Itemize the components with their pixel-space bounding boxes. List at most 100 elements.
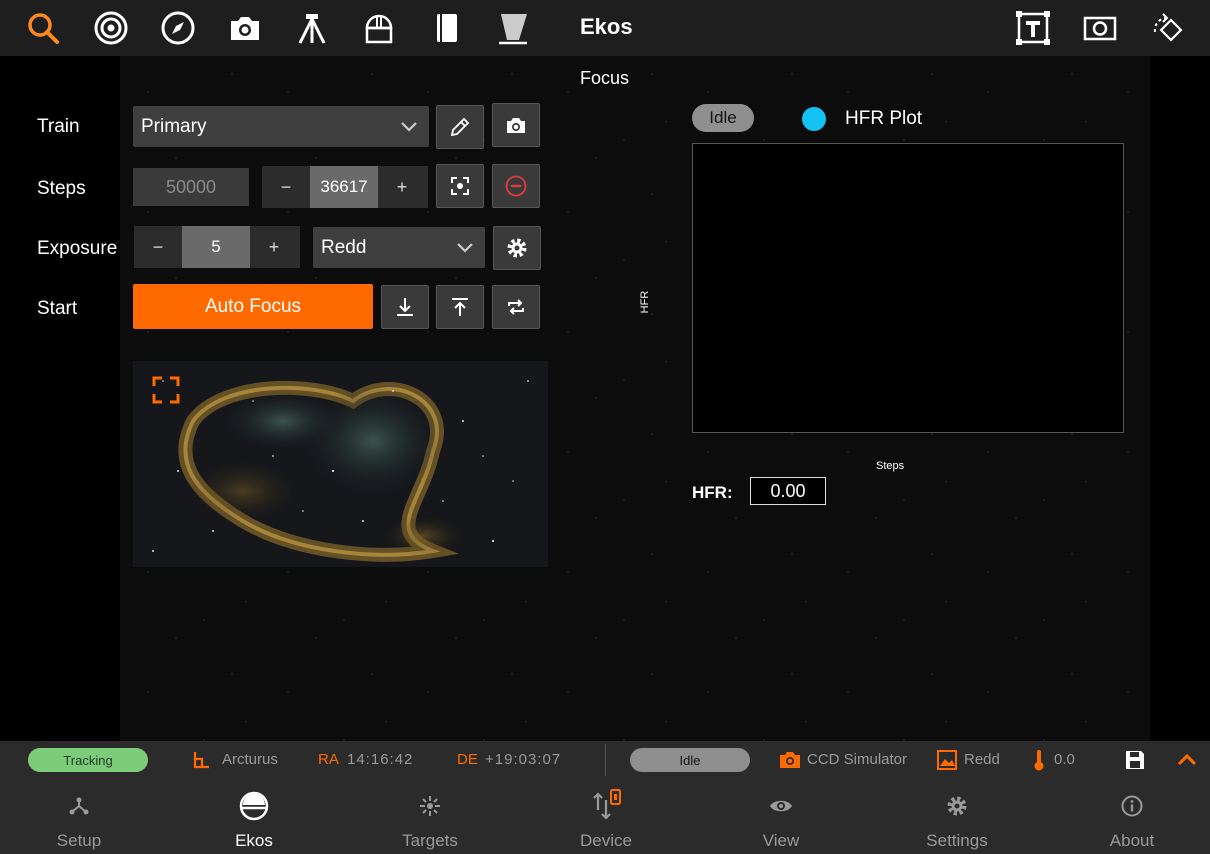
steps-increment-button[interactable]: + xyxy=(378,166,426,208)
focus-out-button[interactable] xyxy=(436,285,484,329)
arrow-down-to-line-icon xyxy=(397,298,413,316)
target-icon[interactable] xyxy=(89,6,133,50)
legend-label: HFR Plot xyxy=(845,108,923,129)
auto-focus-button[interactable]: Auto Focus xyxy=(133,284,373,329)
info-icon xyxy=(1121,795,1143,817)
nav-ekos-label: Ekos xyxy=(235,831,273,850)
filter-dropdown[interactable]: Redd xyxy=(313,227,485,268)
train-value: Primary xyxy=(141,115,207,137)
camera-icon[interactable] xyxy=(223,6,267,50)
image-icon xyxy=(937,749,957,770)
text-frame-icon[interactable] xyxy=(1011,6,1055,50)
save-icon xyxy=(1126,750,1144,769)
gear-icon xyxy=(507,238,527,258)
nav-setup[interactable]: Setup xyxy=(9,778,149,854)
snapshot-icon[interactable] xyxy=(1078,6,1122,50)
steps-decrement-button[interactable]: − xyxy=(262,166,310,208)
nav-view[interactable]: View xyxy=(711,778,851,854)
mount-icon xyxy=(193,751,209,768)
filter-name: Redd xyxy=(964,751,1000,768)
expand-status-button[interactable] xyxy=(1176,741,1198,778)
ekos-icon xyxy=(239,791,269,821)
de-value: +19:03:07 xyxy=(485,751,562,768)
target-name: Arcturus xyxy=(222,751,278,768)
de-label: DE xyxy=(457,751,478,768)
exposure-decrement-button[interactable]: − xyxy=(134,226,182,268)
exposure-increment-button[interactable]: + xyxy=(250,226,298,268)
steps-max-field: 50000 xyxy=(133,168,249,206)
setup-icon xyxy=(69,797,89,815)
nav-targets-label: Targets xyxy=(402,831,458,850)
observatory-icon[interactable] xyxy=(357,6,401,50)
focus-status-badge: Idle xyxy=(692,104,754,132)
status-divider xyxy=(605,744,606,776)
status-bar: Tracking Arcturus RA 14:16:42 DE +19:03:… xyxy=(0,741,1210,778)
ra-label: RA xyxy=(318,751,339,768)
legend-marker xyxy=(802,107,826,131)
nav-setup-label: Setup xyxy=(56,831,102,850)
focus-preview-image[interactable] xyxy=(133,361,548,567)
stop-focuser-button[interactable] xyxy=(492,164,540,208)
exposure-stepper: − 5 + xyxy=(134,226,300,268)
focus-frame-icon xyxy=(451,177,469,195)
nav-device-label: Device xyxy=(580,831,632,850)
target-info: Arcturus xyxy=(192,741,278,778)
top-toolbar: Ekos xyxy=(0,0,1210,56)
search-icon[interactable] xyxy=(21,6,65,50)
gear-icon xyxy=(947,796,967,816)
hfr-label: HFR: xyxy=(692,483,733,502)
thermometer-icon xyxy=(1034,749,1044,770)
exposure-value[interactable]: 5 xyxy=(182,226,250,268)
nav-device[interactable]: Device xyxy=(536,778,676,854)
nav-ekos[interactable]: Ekos xyxy=(184,778,324,854)
train-dropdown[interactable]: Primary xyxy=(133,106,429,147)
targets-icon xyxy=(420,796,440,816)
chevron-down-icon xyxy=(401,122,417,132)
nav-view-label: View xyxy=(762,831,800,850)
tripod-icon[interactable] xyxy=(290,6,334,50)
tracking-label: Tracking xyxy=(63,752,113,768)
nebula-image xyxy=(133,361,548,567)
edit-train-button[interactable] xyxy=(436,105,484,149)
camera-status-badge: Idle xyxy=(630,748,750,772)
camera-info: CCD Simulator xyxy=(779,741,907,778)
capture-button[interactable] xyxy=(492,103,540,147)
hfr-value-field: 0.00 xyxy=(750,477,826,505)
bottom-navigation: Setup Ekos Targets Device View Settings … xyxy=(0,778,1210,854)
pencil-icon xyxy=(450,117,470,137)
repeat-icon xyxy=(508,299,524,315)
ra-value: 14:16:42 xyxy=(347,751,414,768)
expand-icon[interactable] xyxy=(151,375,181,405)
book-icon[interactable] xyxy=(424,6,468,50)
device-icon xyxy=(593,789,621,820)
nav-about[interactable]: About xyxy=(1062,778,1202,854)
train-label: Train xyxy=(37,116,80,137)
flat-panel-icon[interactable] xyxy=(491,6,535,50)
rotate-icon[interactable] xyxy=(1145,6,1189,50)
focus-frame-button[interactable] xyxy=(436,164,484,208)
mount-status-badge: Tracking xyxy=(28,748,148,772)
exposure-label: Exposure xyxy=(37,238,118,259)
steps-label: Steps xyxy=(37,178,86,199)
compass-icon[interactable] xyxy=(156,6,200,50)
filter-settings-button[interactable] xyxy=(493,226,541,270)
filter-value: Redd xyxy=(321,236,367,258)
eye-icon xyxy=(770,800,792,812)
start-label: Start xyxy=(37,298,78,319)
steps-stepper: − 36617 + xyxy=(262,166,428,208)
nav-targets[interactable]: Targets xyxy=(360,778,500,854)
nav-settings[interactable]: Settings xyxy=(887,778,1027,854)
hfr-plot[interactable] xyxy=(692,143,1124,433)
focus-panel: Focus Train Primary Steps 50000 − 36617 … xyxy=(0,56,1210,741)
steps-value[interactable]: 36617 xyxy=(310,166,378,208)
plot-y-axis-label: HFR xyxy=(639,290,651,314)
temperature-info: 0.0 xyxy=(1032,741,1075,778)
nav-settings-label: Settings xyxy=(926,831,988,850)
focus-in-button[interactable] xyxy=(381,285,429,329)
chevron-up-icon xyxy=(1177,753,1197,765)
save-button[interactable] xyxy=(1124,741,1146,778)
loop-button[interactable] xyxy=(492,285,540,329)
temperature-value: 0.0 xyxy=(1054,751,1075,768)
section-title: Focus xyxy=(580,68,630,88)
chevron-down-icon xyxy=(457,243,473,253)
